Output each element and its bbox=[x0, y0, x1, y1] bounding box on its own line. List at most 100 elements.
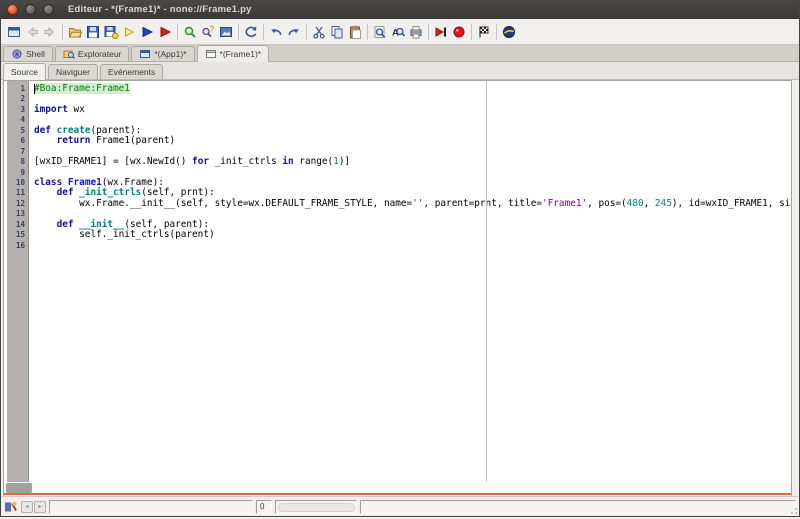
close-button[interactable] bbox=[7, 4, 18, 15]
help-button[interactable] bbox=[500, 21, 518, 43]
horizontal-scrollbar-thumb[interactable] bbox=[6, 483, 32, 493]
code-line[interactable]: [wxID_FRAME1] = [wx.NewId() for _init_ct… bbox=[34, 156, 791, 168]
find-button[interactable] bbox=[371, 21, 389, 43]
copy-button[interactable] bbox=[328, 21, 346, 43]
view-frame-button[interactable] bbox=[217, 21, 235, 43]
run-to-cursor-button[interactable] bbox=[432, 21, 450, 43]
run-module-button[interactable] bbox=[138, 21, 156, 43]
view-tab-events[interactable]: Evénements bbox=[99, 64, 164, 79]
paste-button[interactable] bbox=[346, 21, 364, 43]
open-file-button[interactable] bbox=[66, 21, 84, 43]
line-number: 10 bbox=[15, 177, 25, 187]
code-token: 245 bbox=[654, 197, 672, 209]
code-line[interactable]: #Boa:Frame:Frame1 bbox=[34, 83, 791, 94]
cut-button[interactable] bbox=[310, 21, 328, 43]
toolbar-separator bbox=[263, 23, 264, 40]
nav-back-button[interactable] bbox=[23, 21, 41, 43]
status-progress-gauge bbox=[275, 500, 357, 514]
code-token: def bbox=[56, 187, 74, 199]
status-nav-left-button[interactable]: ◂ bbox=[21, 501, 33, 513]
module-tabs: Shell Explorateur *(App1)* *(Frame1)* bbox=[1, 45, 799, 62]
view-tab-navigate[interactable]: Naviguer bbox=[47, 64, 98, 79]
code-token: (wx.Frame): bbox=[101, 176, 164, 188]
tab-frame1[interactable]: *(Frame1)* bbox=[196, 45, 270, 62]
code-token: wx.Frame.__init__(self, style=wx.DEFAULT… bbox=[34, 197, 413, 209]
code-token: for bbox=[192, 156, 209, 168]
inspector-button[interactable] bbox=[181, 21, 199, 43]
print-button[interactable] bbox=[407, 21, 425, 43]
save-as-button[interactable] bbox=[102, 21, 120, 43]
view-tab-source[interactable]: Source bbox=[3, 63, 46, 80]
frame-designer-button[interactable] bbox=[5, 21, 23, 43]
code-line[interactable] bbox=[34, 94, 791, 104]
line-number: 8 bbox=[20, 157, 25, 167]
code-token: [wxID_FRAME1] = [wx.NewId() bbox=[34, 156, 193, 168]
app-icon bbox=[139, 48, 151, 60]
line-number: 13 bbox=[15, 209, 25, 219]
line-number: 11 bbox=[15, 188, 25, 198]
toolbar-separator bbox=[306, 23, 307, 40]
line-number: 4 bbox=[20, 115, 25, 125]
line-number: 9 bbox=[20, 167, 25, 177]
code-token: '' bbox=[412, 197, 424, 209]
titlebar[interactable]: Editeur - *(Frame1)* - none://Frame1.py bbox=[1, 0, 799, 19]
redo-button[interactable] bbox=[285, 21, 303, 43]
code-token: 'Frame1' bbox=[542, 197, 588, 209]
code-token: in bbox=[282, 156, 294, 168]
minimize-button[interactable] bbox=[25, 4, 36, 15]
scrollbar-accent-line bbox=[4, 493, 791, 495]
code-token: , bbox=[643, 197, 655, 209]
help-lookup-button[interactable]: ? bbox=[199, 21, 217, 43]
check-source-button[interactable] bbox=[120, 21, 138, 43]
code-token: , pos=( bbox=[587, 197, 627, 209]
reload-module-button[interactable] bbox=[242, 21, 260, 43]
tab-label: Explorateur bbox=[77, 49, 122, 59]
tab-shell[interactable]: Shell bbox=[3, 46, 53, 61]
tab-label: Shell bbox=[26, 49, 45, 59]
maximize-button[interactable] bbox=[43, 4, 54, 15]
undo-button[interactable] bbox=[267, 21, 285, 43]
code-token: , parent=prnt, title= bbox=[423, 197, 542, 209]
source-checker-button[interactable] bbox=[475, 21, 493, 43]
code-line[interactable]: return Frame1(parent) bbox=[34, 135, 791, 147]
view-tab-label: Evénements bbox=[107, 67, 156, 77]
code-token: _init_ctrls bbox=[79, 187, 142, 199]
horizontal-scrollbar[interactable] bbox=[4, 482, 791, 496]
line-number: 5 bbox=[20, 125, 25, 135]
code-token: (parent): bbox=[90, 124, 142, 136]
find-again-button[interactable]: A bbox=[389, 21, 407, 43]
code-line[interactable]: wx.Frame.__init__(self, style=wx.DEFAULT… bbox=[34, 197, 791, 209]
edge-column-line bbox=[486, 81, 487, 482]
code-token: def bbox=[34, 124, 51, 136]
save-button[interactable] bbox=[84, 21, 102, 43]
window-controls bbox=[7, 4, 54, 15]
toggle-breakpoint-button[interactable] bbox=[450, 21, 468, 43]
code-token: return bbox=[56, 135, 91, 147]
line-number: 3 bbox=[20, 104, 25, 114]
code-token: ), id=wxID_FRAME1, size bbox=[671, 197, 791, 209]
code-line[interactable] bbox=[34, 115, 791, 125]
line-number: 1 bbox=[20, 84, 25, 93]
code-line[interactable]: import wx bbox=[34, 104, 791, 115]
code-line[interactable]: self._init_ctrls(parent) bbox=[34, 229, 791, 240]
code-area[interactable]: #Boa:Frame:Frame1 import wx def create(par… bbox=[29, 81, 791, 482]
editor-surface[interactable]: 1 2 3 4 5 6 7 8 9 10 11 12 13 14 15 16 #Boa:Frame:Frame… bbox=[4, 81, 791, 482]
code-token: _init_ctrls bbox=[208, 156, 283, 168]
tab-app1[interactable]: *(App1)* bbox=[131, 46, 195, 61]
status-nav-right-button[interactable]: ▸ bbox=[34, 501, 46, 513]
toolbar-separator bbox=[62, 23, 63, 40]
tab-explorer[interactable]: Explorateur bbox=[54, 46, 130, 61]
run-application-button[interactable] bbox=[156, 21, 174, 43]
toolbar: ? A bbox=[1, 19, 799, 45]
svg-text:?: ? bbox=[210, 24, 215, 33]
toolbar-separator bbox=[238, 23, 239, 40]
status-message-field bbox=[49, 500, 253, 514]
text-caret bbox=[34, 84, 35, 94]
code-line[interactable] bbox=[34, 241, 791, 251]
resize-grip[interactable] bbox=[789, 506, 797, 514]
toolbar-separator bbox=[367, 23, 368, 40]
code-token: )] bbox=[338, 156, 351, 168]
nav-forward-button[interactable] bbox=[41, 21, 59, 43]
line-number-margin[interactable]: 1 2 3 4 5 6 7 8 9 10 11 12 13 14 15 16 bbox=[7, 81, 29, 482]
